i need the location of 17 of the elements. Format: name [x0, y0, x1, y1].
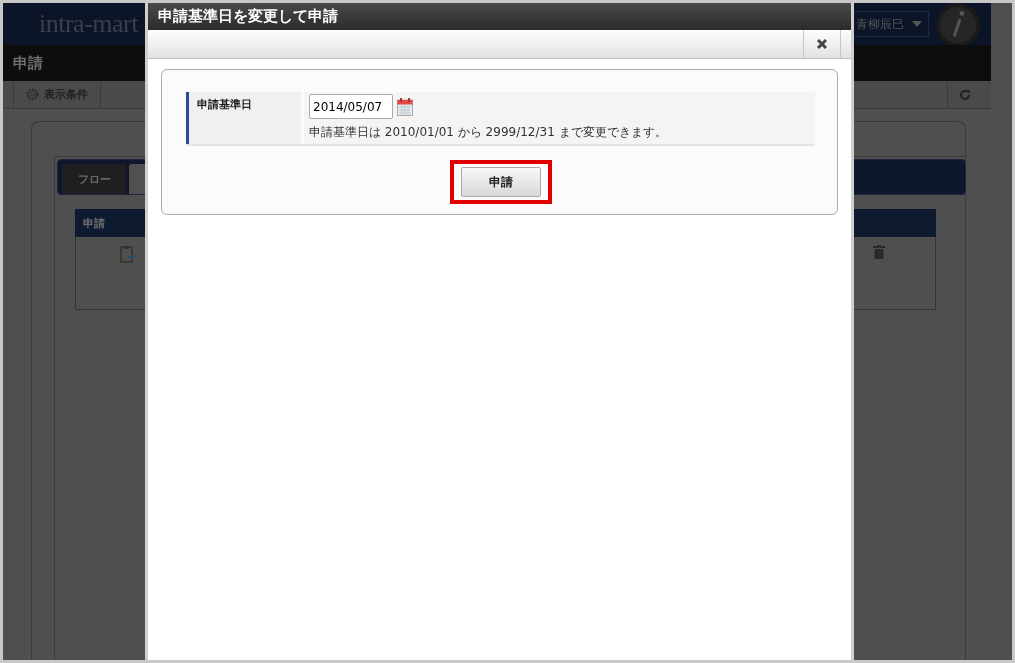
field-label: 申請基準日: [186, 92, 301, 144]
tab[interactable]: フロー: [62, 164, 126, 194]
close-button[interactable]: [803, 30, 841, 58]
dialog-title: 申請基準日を変更して申請: [158, 7, 338, 26]
column-header: 申請: [83, 215, 105, 231]
refresh-icon: [958, 88, 971, 101]
date-input-field[interactable]: 2014/05/07: [309, 94, 393, 119]
clipboard-icon[interactable]: [120, 245, 136, 263]
close-icon: [816, 38, 828, 50]
logo-icon: [935, 3, 981, 48]
hint-text: 申請基準日は 2010/01/01 から 2999/12/31 まで変更できます。: [309, 124, 668, 141]
trash-icon[interactable]: [873, 245, 885, 259]
caret-icon: [912, 21, 922, 27]
gear-icon: [26, 88, 39, 101]
submit-button[interactable]: 申請: [460, 167, 541, 197]
page-title: 申請: [13, 53, 43, 73]
calendar-icon[interactable]: [397, 97, 413, 116]
